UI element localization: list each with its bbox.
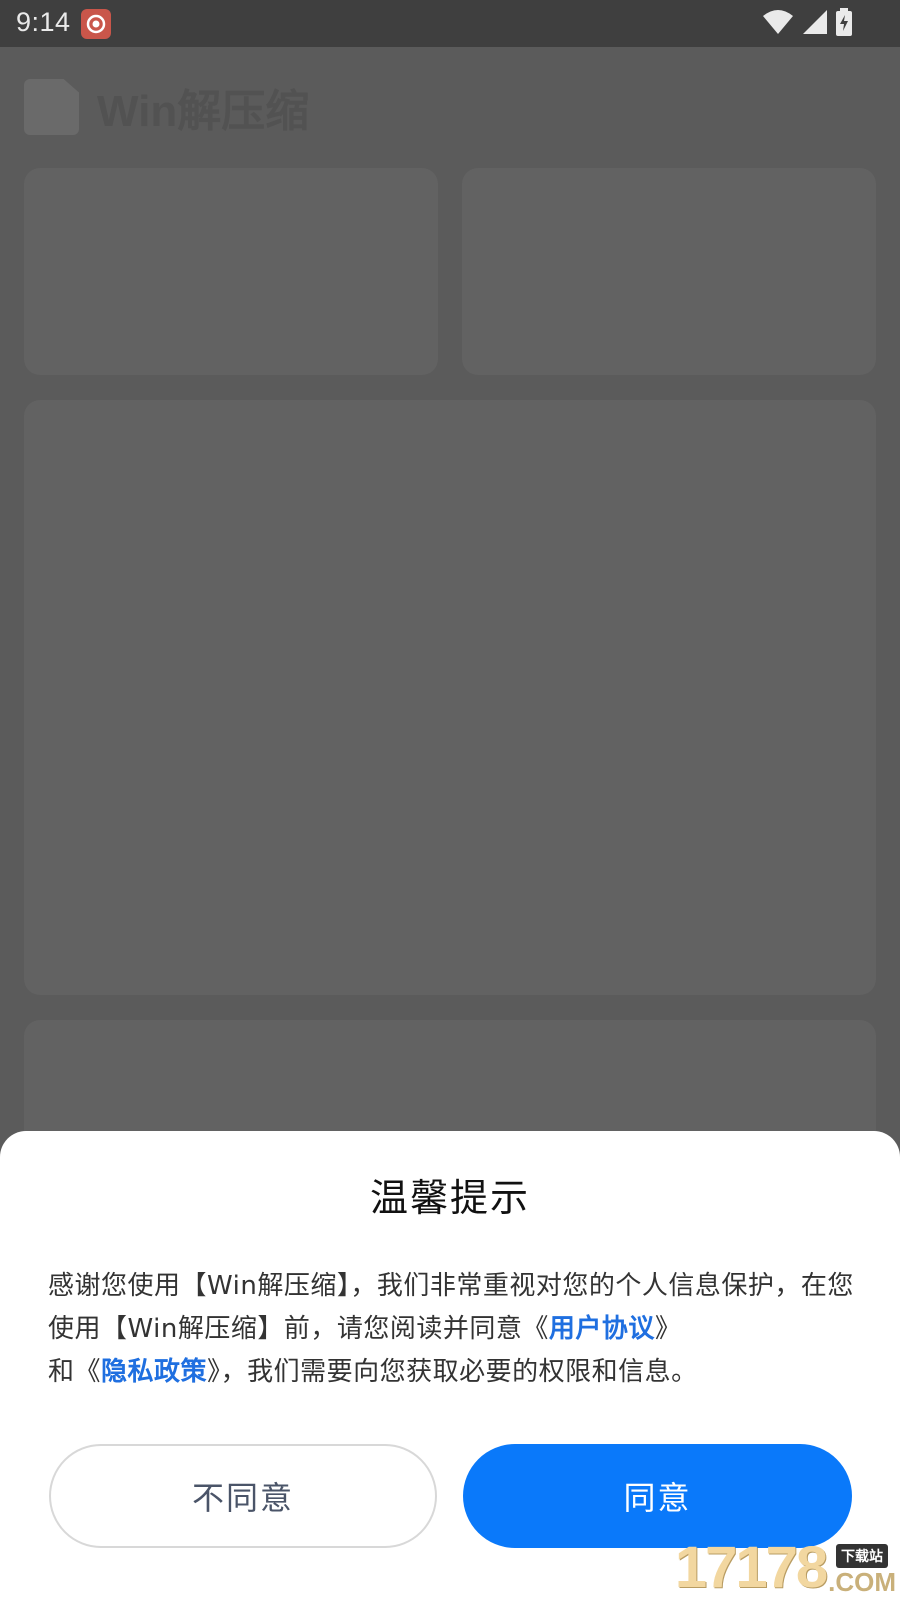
- bracket-close: 》: [207, 1357, 221, 1387]
- wifi-icon: [762, 9, 794, 39]
- privacy-policy-link[interactable]: 隐私政策: [101, 1357, 207, 1387]
- user-agreement-link[interactable]: 用户协议: [549, 1314, 655, 1344]
- notification-app-icon: [81, 9, 111, 39]
- document-icon: [24, 79, 79, 135]
- message-conjunction: 和: [48, 1357, 75, 1387]
- bracket-open: 《: [74, 1357, 102, 1387]
- card-top-right: [462, 168, 876, 375]
- card-top-left: [24, 168, 438, 375]
- bracket-open: 《: [522, 1314, 549, 1344]
- status-time: 9:14: [16, 7, 71, 37]
- agree-button[interactable]: 同意: [463, 1444, 852, 1548]
- card-large: [24, 400, 876, 995]
- dialog-message: 感谢您使用【Win解压缩】，我们非常重视对您的个人信息保护，在您使用【Win解压…: [48, 1265, 854, 1394]
- status-bar: 9:14: [0, 0, 900, 47]
- dialog-title: 温馨提示: [369, 1176, 530, 1220]
- message-text-end: ，我们需要向您获取必要的权限和信息。: [220, 1357, 698, 1387]
- message-text: 感谢您使用【Win解压缩】，我们非常重视对您的个人信息保护，在您使用【Win解压…: [48, 1271, 854, 1344]
- battery-charging-icon: [836, 8, 852, 40]
- disagree-button[interactable]: 不同意: [49, 1444, 437, 1548]
- app-header: Win解压缩: [24, 79, 309, 136]
- app-title: Win解压缩: [97, 87, 310, 136]
- watermark-number: 17178: [674, 1535, 828, 1600]
- signal-icon: [802, 9, 828, 39]
- watermark-logo: 17178 下载站 .COM: [674, 1535, 896, 1600]
- bracket-close: 》: [654, 1314, 682, 1344]
- watermark-suffix: .COM: [828, 1567, 896, 1597]
- watermark-tag: 下载站: [836, 1544, 889, 1568]
